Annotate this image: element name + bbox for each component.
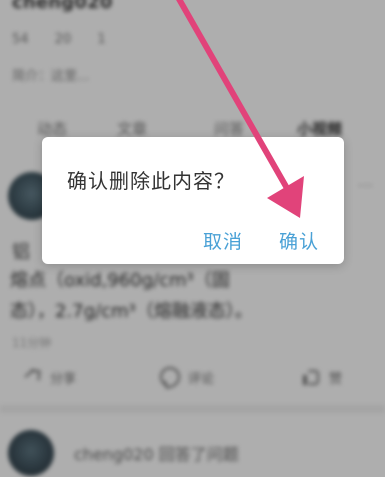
- phone-screen: cheng020 54 20 1 简介：这里... 动态 文章 问答 小视频 ·…: [0, 0, 385, 477]
- cancel-button[interactable]: 取消: [203, 227, 243, 254]
- dialog-message: 确认删除此内容？: [67, 169, 235, 193]
- delete-confirm-dialog: 确认删除此内容？ 取消 确认: [42, 137, 344, 264]
- confirm-button[interactable]: 确认: [279, 227, 319, 254]
